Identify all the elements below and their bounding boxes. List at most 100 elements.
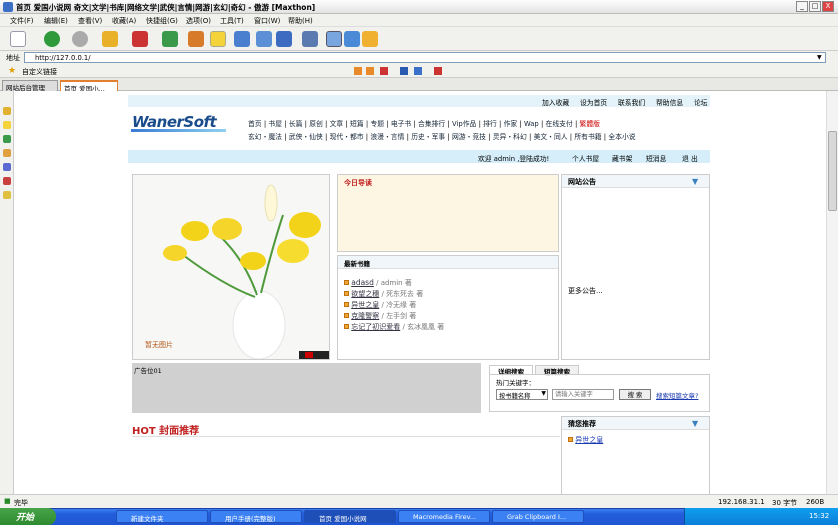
menu-help[interactable]: 帮助(H) — [288, 16, 313, 26]
nav-urban[interactable]: 现代・都市 — [330, 133, 364, 141]
add-favorite-link[interactable]: 加入收藏 — [542, 97, 569, 107]
columns-icon[interactable] — [302, 31, 318, 47]
sidebar-icon[interactable] — [326, 31, 342, 47]
groups-icon[interactable] — [234, 31, 250, 47]
nav-collection[interactable]: 合集排行 — [418, 120, 445, 128]
window-icon[interactable] — [256, 31, 272, 47]
nav-topic[interactable]: 专题 — [370, 120, 384, 128]
nav-romance[interactable]: 浪漫・言情 — [370, 133, 404, 141]
favorites-star-icon[interactable] — [210, 31, 226, 47]
chevron-down-icon[interactable]: ▼ — [692, 419, 698, 428]
nav-history[interactable]: 历史・军事 — [411, 133, 445, 141]
refresh-icon[interactable] — [162, 31, 178, 47]
rss-icon[interactable] — [3, 163, 11, 171]
chevron-down-icon[interactable]: ▼ — [817, 54, 822, 61]
nav-fanfic[interactable]: 美文・同人 — [534, 133, 568, 141]
list-icon[interactable] — [414, 67, 422, 75]
layout-icon[interactable] — [344, 31, 360, 47]
task-fireworks[interactable]: Macromedia Firev... — [398, 510, 490, 523]
nav-scifi[interactable]: 灵异・科幻 — [493, 133, 527, 141]
close-all-icon[interactable] — [434, 67, 442, 75]
nav-wap[interactable]: Wap — [524, 120, 539, 128]
nav-bookhouse[interactable]: 书屋 — [268, 120, 282, 128]
nav-rank[interactable]: 排行 — [483, 120, 497, 128]
nav-pay[interactable]: 在线支付 — [546, 120, 573, 128]
menu-edit[interactable]: 编辑(E) — [44, 16, 68, 26]
vertical-scrollbar[interactable] — [826, 91, 838, 494]
menu-favorites[interactable]: 收藏(A) — [112, 16, 136, 26]
my-books-link[interactable]: 个人书屋 — [572, 153, 599, 163]
more-notices-link[interactable]: 更多公告... — [568, 286, 603, 296]
book-title[interactable]: 欲望之穗 — [351, 290, 379, 298]
undo-icon[interactable] — [276, 31, 292, 47]
bookshelf-link[interactable]: 藏书架 — [612, 153, 632, 163]
minimize-button[interactable]: _ — [796, 1, 808, 12]
task-folder[interactable]: 新建文件夹 — [116, 510, 208, 523]
help-link[interactable]: 帮助信息 — [656, 97, 683, 107]
address-input[interactable]: http://127.0.0.1/ ▼ — [24, 52, 826, 63]
tab-admin[interactable]: 网站后台管理 — [2, 80, 58, 91]
nav-author[interactable]: 作家 — [504, 120, 518, 128]
back-icon[interactable] — [44, 31, 60, 47]
next-icon[interactable] — [366, 67, 374, 75]
start-button[interactable]: 开始 — [0, 508, 56, 525]
nav-vip[interactable]: Vip作品 — [452, 120, 476, 128]
nav-complete[interactable]: 全本小说 — [608, 133, 635, 141]
search-icon[interactable] — [3, 107, 11, 115]
nav-ebook[interactable]: 电子书 — [391, 120, 411, 128]
menu-options[interactable]: 选项(O) — [186, 16, 211, 26]
tools-icon[interactable] — [3, 191, 11, 199]
nav-fantasy[interactable]: 玄幻・魔法 — [248, 133, 282, 141]
set-home-link[interactable]: 设为首页 — [580, 97, 607, 107]
chevron-down-icon[interactable]: ▼ — [692, 177, 698, 186]
menu-view[interactable]: 查看(V) — [78, 16, 102, 26]
close-tab-icon[interactable] — [380, 67, 388, 75]
book-title[interactable]: 忘记了初识爱看 — [351, 323, 400, 331]
notes-icon[interactable] — [362, 31, 378, 47]
prev-icon[interactable] — [354, 67, 362, 75]
favorites-icon[interactable] — [3, 121, 11, 129]
recommend-book[interactable]: 异世之皇 — [575, 436, 603, 444]
save-icon[interactable] — [400, 67, 408, 75]
advanced-search-link[interactable]: 搜索短篇文章? — [656, 390, 698, 400]
messages-link[interactable]: 短消息 — [646, 153, 666, 163]
close-button[interactable]: X — [822, 1, 834, 12]
nav-short[interactable]: 短篇 — [350, 120, 364, 128]
nav-long[interactable]: 长篇 — [289, 120, 303, 128]
maximize-button[interactable]: □ — [809, 1, 821, 12]
home-icon[interactable] — [188, 31, 204, 47]
nav-game[interactable]: 网游・竞技 — [452, 133, 486, 141]
history-icon[interactable] — [3, 135, 11, 143]
menu-file[interactable]: 文件(F) — [10, 16, 34, 26]
forum-link[interactable]: 论坛 — [694, 97, 708, 107]
nav-home[interactable]: 首页 — [248, 120, 262, 128]
folder-icon[interactable] — [3, 149, 11, 157]
book-title[interactable]: 异世之皇 — [351, 301, 379, 309]
nav-article[interactable]: 文章 — [330, 120, 344, 128]
scroll-thumb[interactable] — [828, 131, 837, 211]
book-title[interactable]: 克隆警察 — [351, 312, 379, 320]
search-button[interactable]: 搜 索 — [619, 389, 651, 400]
nav-traditional[interactable]: 繁體版 — [580, 120, 600, 128]
menu-tools[interactable]: 工具(T) — [220, 16, 244, 26]
forward-icon[interactable] — [72, 31, 88, 47]
notes-side-icon[interactable] — [3, 177, 11, 185]
logout-link[interactable]: 退 出 — [682, 153, 698, 163]
tab-home[interactable]: 首页 爱国小... — [60, 80, 118, 91]
new-page-icon[interactable] — [10, 31, 26, 47]
book-title[interactable]: adasd — [351, 278, 374, 287]
search-input[interactable] — [552, 389, 614, 400]
contact-link[interactable]: 联系我们 — [618, 97, 645, 107]
task-browser[interactable]: 首页 爱国小说网 — [304, 510, 396, 523]
up-icon[interactable] — [102, 31, 118, 47]
custom-links-label[interactable]: 自定义链接 — [22, 67, 57, 77]
stop-icon[interactable] — [132, 31, 148, 47]
menu-groups[interactable]: 快捷组(G) — [146, 16, 178, 26]
task-grab[interactable]: Grab Clipboard I... — [492, 510, 584, 523]
nav-wuxia[interactable]: 武侠・仙侠 — [289, 133, 323, 141]
nav-original[interactable]: 原创 — [309, 120, 323, 128]
menu-window[interactable]: 窗口(W) — [254, 16, 280, 26]
search-type-select[interactable]: 按书籍名称 ▼ — [496, 389, 548, 400]
nav-allbooks[interactable]: 所有书籍 — [574, 133, 601, 141]
task-manual[interactable]: 用户手册(完整版) — [210, 510, 302, 523]
